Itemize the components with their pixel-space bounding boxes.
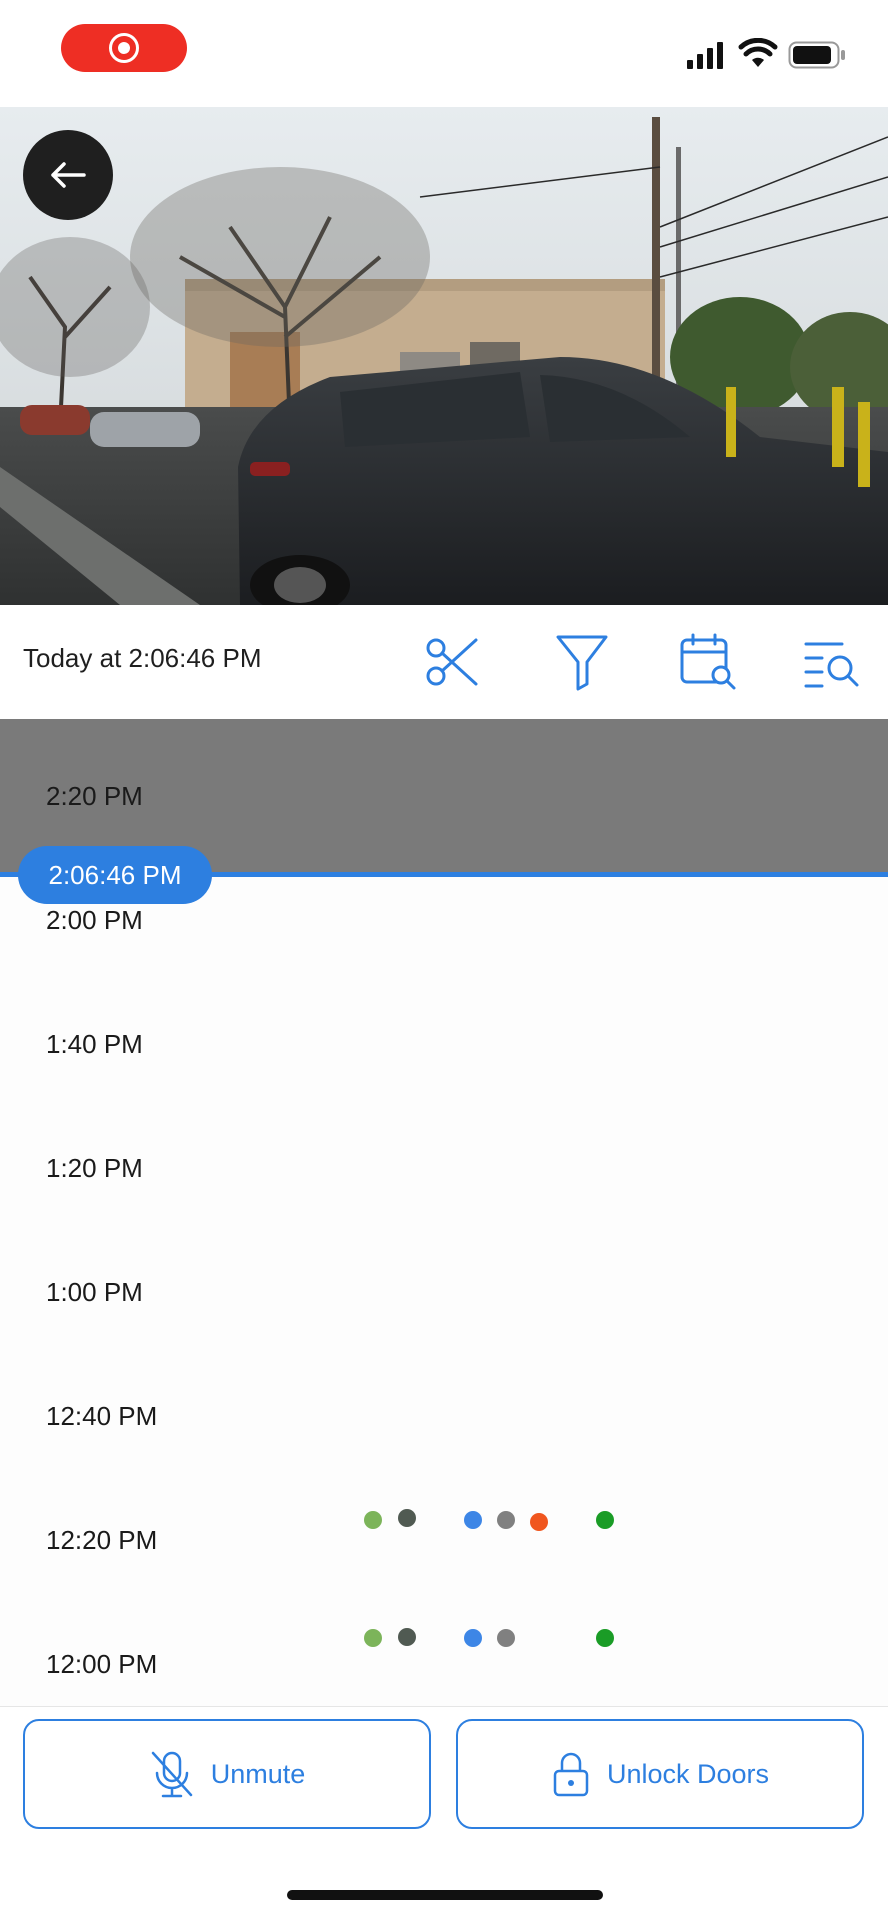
- back-button[interactable]: [23, 130, 113, 220]
- wifi-icon: [738, 38, 778, 67]
- battery-icon: [788, 41, 845, 69]
- time-label: 1:00 PM: [46, 1277, 143, 1307]
- time-label: 2:20 PM: [46, 781, 143, 811]
- event-marker[interactable]: [464, 1629, 482, 1647]
- event-marker[interactable]: [364, 1511, 382, 1529]
- calendar-search-icon: [680, 633, 736, 690]
- home-indicator[interactable]: [287, 1890, 603, 1900]
- list-search-button[interactable]: [800, 630, 864, 694]
- time-label: 1:20 PM: [46, 1153, 143, 1183]
- filter-button[interactable]: [550, 630, 614, 694]
- time-label: 12:40 PM: [46, 1401, 158, 1431]
- lock-icon: [553, 1752, 589, 1797]
- event-marker[interactable]: [497, 1629, 515, 1647]
- list-search-icon: [804, 642, 859, 688]
- event-marker[interactable]: [364, 1629, 382, 1647]
- cellular-signal-icon: [687, 42, 723, 69]
- clip-button[interactable]: [420, 630, 484, 694]
- event-marker[interactable]: [464, 1511, 482, 1529]
- time-label: 1:40 PM: [46, 1029, 143, 1059]
- playback-timestamp: Today at 2:06:46 PM: [23, 643, 262, 673]
- calendar-search-button[interactable]: [676, 630, 740, 694]
- screen-record-indicator[interactable]: [61, 24, 187, 72]
- event-marker[interactable]: [530, 1513, 548, 1531]
- scissors-icon: [426, 638, 478, 686]
- unlock-doors-label: Unlock Doors: [606, 1758, 770, 1789]
- time-label: 2:00 PM: [46, 905, 143, 935]
- current-time-marker[interactable]: 2:06:46 PM: [18, 846, 212, 904]
- time-label: 12:20 PM: [46, 1525, 158, 1555]
- event-marker[interactable]: [497, 1511, 515, 1529]
- event-marker[interactable]: [398, 1509, 416, 1527]
- camera-feed[interactable]: [0, 107, 888, 605]
- event-marker[interactable]: [596, 1511, 614, 1529]
- unlock-doors-button[interactable]: Unlock Doors: [456, 1719, 864, 1829]
- unmute-label: Unmute: [210, 1758, 306, 1789]
- unmute-button[interactable]: Unmute: [23, 1719, 431, 1829]
- filter-icon: [556, 635, 608, 691]
- event-marker[interactable]: [398, 1628, 416, 1646]
- event-marker[interactable]: [596, 1629, 614, 1647]
- time-label: 12:00 PM: [46, 1649, 158, 1679]
- microphone-off-icon: [151, 1751, 192, 1798]
- screen-record-icon: [109, 33, 139, 63]
- arrow-left-icon: [51, 162, 86, 188]
